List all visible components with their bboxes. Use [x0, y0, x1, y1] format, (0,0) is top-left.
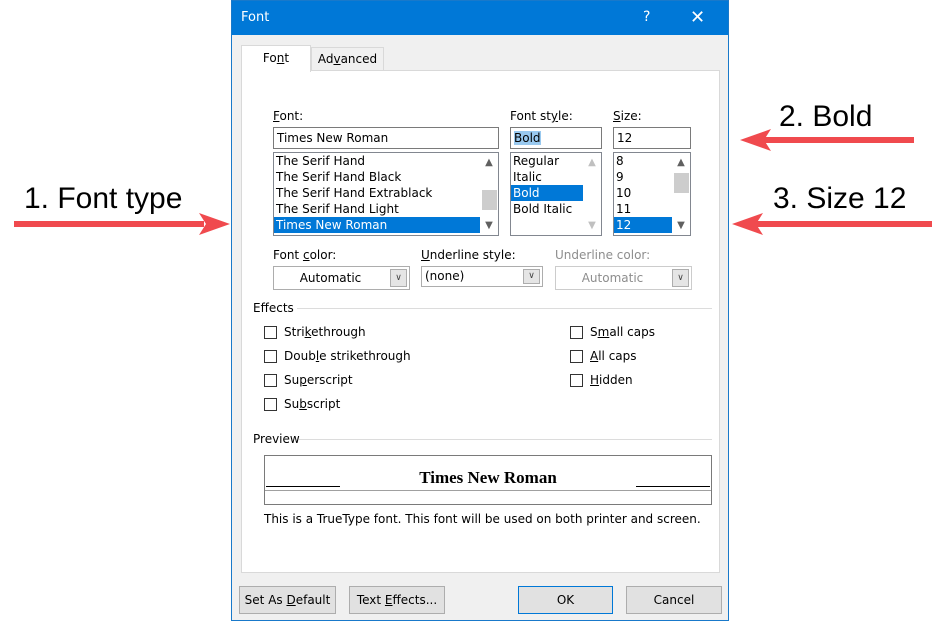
checkbox-label: Strikethrough [284, 325, 366, 339]
checkbox[interactable] [264, 373, 277, 387]
size-list[interactable]: 8 9 10 11 12 ▲ ▼ [613, 152, 691, 236]
font-input[interactable]: Times New Roman [273, 127, 499, 149]
underline-color-dropdown[interactable]: Automatic ∨ [555, 266, 692, 290]
underline-style-label: Underline style: [421, 248, 516, 262]
font-tab-panel: Font: Times New Roman The Serif Hand The … [241, 70, 720, 573]
preview-note: This is a TrueType font. This font will … [264, 512, 701, 526]
title-bar[interactable]: Font ? ✕ [232, 1, 728, 35]
effect-checkbox[interactable]: Strikethrough [264, 325, 366, 339]
font-style-list[interactable]: Regular Italic Bold Bold Italic ▲ ▼ [510, 152, 602, 236]
chevron-down-icon[interactable]: ∨ [523, 269, 540, 284]
effect-checkbox[interactable]: Superscript [264, 373, 353, 387]
preview-box: Times New Roman [264, 455, 712, 505]
underline-color-label: Underline color: [555, 248, 651, 262]
effect-checkbox[interactable]: Subscript [264, 397, 340, 411]
font-list-item[interactable]: The Serif Hand [274, 153, 498, 169]
font-list[interactable]: The Serif Hand The Serif Hand Black The Se… [273, 152, 499, 236]
font-list-scrollbar[interactable]: ▲ ▼ [480, 153, 498, 235]
checkbox[interactable] [264, 349, 277, 363]
checkbox-label: Hidden [590, 373, 633, 387]
chevron-down-icon[interactable]: ∨ [672, 269, 689, 287]
font-style-input[interactable]: Bold [510, 127, 602, 149]
scroll-up-icon[interactable]: ▲ [480, 155, 498, 171]
scroll-up-icon[interactable]: ▲ [583, 155, 601, 171]
chevron-down-icon[interactable]: ∨ [390, 269, 407, 287]
preview-group-title: Preview [253, 432, 300, 446]
effect-checkbox[interactable]: Hidden [570, 373, 633, 387]
checkbox[interactable] [264, 325, 277, 339]
checkbox-label: Subscript [284, 397, 341, 411]
font-color-label: Font color: [273, 248, 337, 262]
scroll-down-icon[interactable]: ▼ [583, 218, 601, 234]
font-list-item[interactable]: The Serif Hand Black [274, 169, 498, 185]
preview-sample-text: Times New Roman [419, 468, 557, 487]
checkbox-label: Small caps [590, 325, 655, 339]
font-color-dropdown[interactable]: Automatic ∨ [273, 266, 410, 290]
arrow-left-icon [740, 129, 914, 151]
close-icon[interactable]: ✕ [690, 7, 705, 28]
font-dialog: Font ? ✕ Font Advanced Font: Times New R… [231, 0, 729, 621]
font-style-list-scrollbar[interactable]: ▲ ▼ [583, 153, 601, 235]
checkbox[interactable] [570, 373, 583, 387]
help-icon[interactable]: ? [643, 9, 650, 25]
font-list-item[interactable]: The Serif Hand Extrablack [274, 185, 498, 201]
font-label: Font: [273, 109, 304, 123]
arrow-right-icon [14, 213, 230, 235]
font-style-label: Font style: [510, 109, 573, 123]
scroll-up-icon[interactable]: ▲ [672, 155, 690, 171]
text-effects-button[interactable]: Text Effects... [349, 586, 445, 614]
checkbox[interactable] [570, 325, 583, 339]
tab-advanced[interactable]: Advanced [311, 47, 384, 71]
font-list-item[interactable]: Times New Roman [274, 217, 498, 233]
effects-divider [297, 308, 712, 309]
scroll-thumb[interactable] [674, 173, 689, 193]
dialog-title: Font [241, 10, 270, 25]
underline-style-dropdown[interactable]: (none) ∨ [421, 266, 543, 287]
size-input[interactable]: 12 [613, 127, 691, 149]
preview-line-right [636, 486, 710, 487]
checkbox[interactable] [264, 397, 277, 411]
size-label: Size: [613, 109, 642, 123]
preview-divider [299, 439, 712, 440]
checkbox-label: All caps [590, 349, 637, 363]
arrow-left-icon [732, 213, 932, 235]
effect-checkbox[interactable]: Double strikethrough [264, 349, 411, 363]
checkbox-label: Double strikethrough [284, 349, 411, 363]
scroll-thumb[interactable] [482, 190, 497, 210]
effect-checkbox[interactable]: Small caps [570, 325, 655, 339]
tab-font[interactable]: Font [241, 45, 311, 72]
ok-button[interactable]: OK [518, 586, 613, 614]
scroll-down-icon[interactable]: ▼ [480, 218, 498, 234]
effect-checkbox[interactable]: All caps [570, 349, 637, 363]
scroll-down-icon[interactable]: ▼ [672, 218, 690, 234]
effects-group-title: Effects [253, 301, 294, 315]
cancel-button[interactable]: Cancel [626, 586, 722, 614]
font-list-item[interactable]: The Serif Hand Light [274, 201, 498, 217]
size-list-scrollbar[interactable]: ▲ ▼ [672, 153, 690, 235]
checkbox-label: Superscript [284, 373, 353, 387]
preview-baseline [265, 490, 711, 491]
checkbox[interactable] [570, 349, 583, 363]
set-as-default-button[interactable]: Set As Default [239, 586, 336, 614]
